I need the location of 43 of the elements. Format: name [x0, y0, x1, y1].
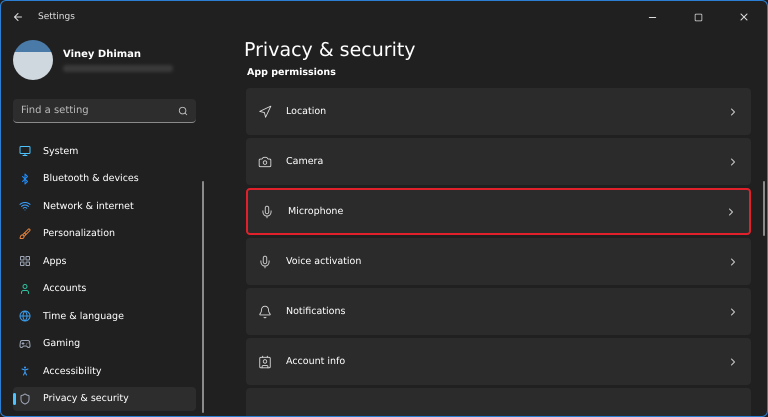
- camera-icon: [258, 154, 272, 168]
- window-title: Settings: [38, 12, 75, 22]
- user-name: Viney Dhiman: [63, 48, 142, 60]
- search-field[interactable]: Find a setting: [13, 99, 196, 123]
- globe-icon: [19, 310, 31, 322]
- brush-icon: [19, 228, 31, 240]
- apps-grid-icon: [19, 255, 31, 267]
- back-icon[interactable]: [12, 11, 24, 23]
- sidebar-item[interactable]: System: [13, 139, 196, 163]
- settings-row[interactable]: Notifications: [246, 288, 751, 335]
- settings-row[interactable]: Microphone: [246, 188, 751, 235]
- sidebar-item[interactable]: Privacy & security: [13, 386, 196, 410]
- shield-icon: [19, 392, 31, 404]
- section-heading: App permissions: [247, 67, 337, 78]
- sidebar-item[interactable]: Time & language: [13, 304, 196, 328]
- sidebar-item[interactable]: Network & internet: [13, 194, 196, 218]
- scrollbar[interactable]: [763, 181, 765, 236]
- person-icon: [19, 282, 31, 294]
- sidebar-item[interactable]: Personalization: [13, 222, 196, 246]
- settings-row[interactable]: Camera: [246, 138, 751, 185]
- navigation-arrow-icon: [258, 104, 272, 118]
- sidebar-item[interactable]: Apps: [13, 249, 196, 273]
- avatar: [13, 40, 53, 80]
- microphone-icon: [258, 254, 272, 268]
- search-icon: [178, 106, 188, 116]
- sidebar-item[interactable]: Bluetooth & devices: [13, 166, 196, 190]
- settings-row[interactable]: Voice activation: [246, 238, 751, 285]
- accessibility-icon: [19, 365, 31, 377]
- bluetooth-icon: [19, 172, 31, 184]
- scrollbar[interactable]: [202, 181, 204, 413]
- maximize-icon[interactable]: [694, 12, 702, 22]
- bell-icon: [258, 304, 272, 318]
- monitor-icon: [19, 145, 31, 157]
- close-icon[interactable]: [738, 11, 750, 23]
- settings-row[interactable]: Location: [246, 88, 751, 135]
- page-title: Privacy & security: [244, 39, 417, 61]
- gamepad-icon: [19, 338, 31, 350]
- sidebar-item[interactable]: Gaming: [13, 332, 196, 356]
- sidebar-item[interactable]: Accessibility: [13, 359, 196, 383]
- sidebar-item[interactable]: Accounts: [13, 276, 196, 300]
- contact-card-icon: [258, 354, 272, 368]
- settings-row[interactable]: Account info: [246, 338, 751, 385]
- microphone-icon: [260, 204, 274, 218]
